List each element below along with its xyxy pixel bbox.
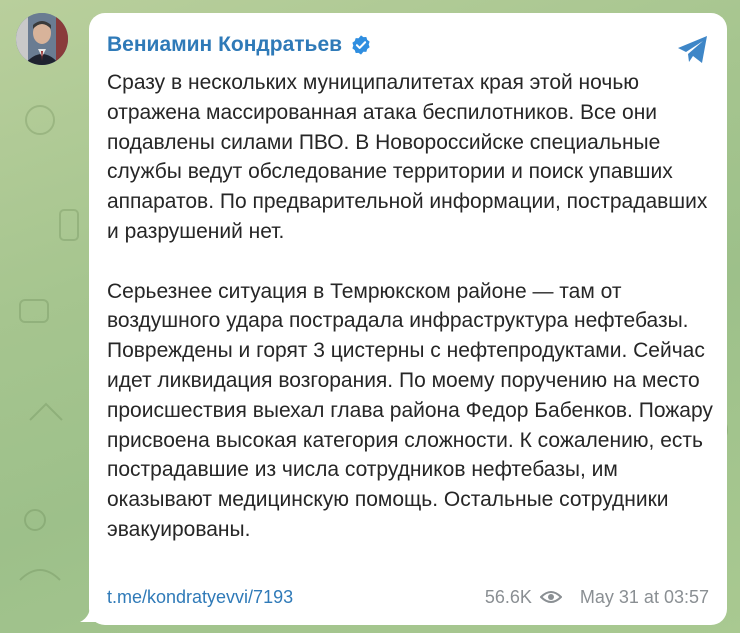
author-avatar[interactable] [16,13,68,65]
message-meta: 56.6K May 31 at 03:57 [485,587,709,608]
message-text: Сразу в нескольких муниципалитетах края … [107,68,717,545]
views-count: 56.6K [484,586,532,607]
eye-icon [539,591,562,603]
author-name-link[interactable]: Вениамин Кондратьев [107,33,372,57]
post-link[interactable]: t.me/kondratyevvi/7193 [107,587,293,608]
message-bubble: Вениамин Кондратьев Сразу в нескольких м… [89,13,727,625]
post-date: May 31 at 03:57 [579,586,709,607]
telegram-share-icon[interactable] [675,31,711,67]
message-paragraph-2: Серьезнее ситуация в Темрюкском районе —… [107,279,713,541]
message-footer: t.me/kondratyevvi/7193 56.6K May 31 at 0… [107,583,709,611]
author-name: Вениамин Кондратьев [107,33,343,56]
message-paragraph-1: Сразу в нескольких муниципалитетах края … [107,71,708,243]
avatar-photo [16,13,68,65]
verified-badge-icon [352,35,370,55]
